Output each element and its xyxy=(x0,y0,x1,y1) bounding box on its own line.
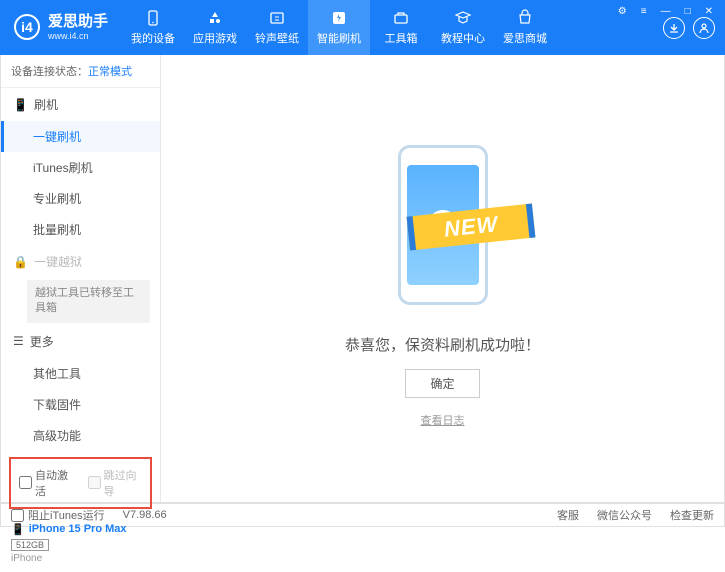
sidebar-item-oneclick-flash[interactable]: 一键刷机 xyxy=(1,121,160,152)
minimize-icon[interactable]: — xyxy=(657,4,675,19)
status-value: 正常模式 xyxy=(88,66,132,78)
device-info: 📱iPhone 15 Pro Max 512GB iPhone xyxy=(1,515,160,572)
tutorial-icon xyxy=(454,9,472,27)
sidebar-section-flash[interactable]: 📱刷机 xyxy=(1,88,160,121)
close-icon[interactable]: ✕ xyxy=(701,4,717,19)
app-subtitle: www.i4.cn xyxy=(48,31,108,42)
user-button[interactable] xyxy=(693,17,715,39)
nav-tutorial[interactable]: 教程中心 xyxy=(432,0,494,55)
checkbox-skip-guide[interactable]: 跳过向导 xyxy=(88,467,143,499)
checkbox-block-itunes[interactable]: 阻止iTunes运行 xyxy=(11,507,105,523)
maximize-icon[interactable]: □ xyxy=(681,4,695,19)
ringtone-icon xyxy=(268,9,286,27)
sidebar-item-other-tools[interactable]: 其他工具 xyxy=(1,358,160,389)
phone-small-icon: 📱 xyxy=(11,523,25,536)
list-icon: ☰ xyxy=(13,334,24,348)
sidebar-section-more[interactable]: ☰更多 xyxy=(1,325,160,358)
footer-wechat[interactable]: 微信公众号 xyxy=(597,507,652,523)
ok-button[interactable]: 确定 xyxy=(405,369,479,398)
nav-apps[interactable]: 应用游戏 xyxy=(184,0,246,55)
download-button[interactable] xyxy=(663,17,685,39)
checkbox-auto-activate[interactable]: 自动激活 xyxy=(19,467,74,499)
app-title: 爱思助手 xyxy=(48,13,108,31)
storage-badge: 512GB xyxy=(11,539,49,551)
device-type: iPhone xyxy=(11,553,150,564)
nav-ringtone[interactable]: 铃声壁纸 xyxy=(246,0,308,55)
logo: i4 爱思助手 www.i4.cn xyxy=(0,13,122,42)
device-name[interactable]: 📱iPhone 15 Pro Max xyxy=(11,523,150,536)
sidebar-item-itunes-flash[interactable]: iTunes刷机 xyxy=(1,152,160,183)
lock-icon: 🔒 xyxy=(13,255,28,269)
nav-flash[interactable]: 智能刷机 xyxy=(308,0,370,55)
view-log-link[interactable]: 查看日志 xyxy=(421,412,465,428)
success-message: 恭喜您，保资料刷机成功啦！ xyxy=(345,334,540,355)
sidebar-section-jailbreak[interactable]: 🔒一键越狱 xyxy=(1,245,160,278)
jailbreak-note: 越狱工具已转移至工具箱 xyxy=(27,280,150,323)
device-icon xyxy=(144,9,162,27)
sidebar-item-batch-flash[interactable]: 批量刷机 xyxy=(1,214,160,245)
menu-icon[interactable]: ≡ xyxy=(637,4,651,19)
sidebar-item-pro-flash[interactable]: 专业刷机 xyxy=(1,183,160,214)
highlighted-options: 自动激活 跳过向导 xyxy=(9,457,152,509)
sidebar-item-advanced[interactable]: 高级功能 xyxy=(1,420,160,451)
sidebar: 设备连接状态：正常模式 📱刷机 一键刷机 iTunes刷机 专业刷机 批量刷机 … xyxy=(1,55,161,502)
flash-icon xyxy=(330,9,348,27)
nav-toolbox[interactable]: 工具箱 xyxy=(370,0,432,55)
store-icon xyxy=(516,9,534,27)
nav-my-device[interactable]: 我的设备 xyxy=(122,0,184,55)
success-illustration: ✓ NEW xyxy=(368,130,518,320)
logo-icon: i4 xyxy=(14,14,40,40)
main-content: ✓ NEW 恭喜您，保资料刷机成功啦！ 确定 查看日志 xyxy=(161,55,724,502)
nav-store[interactable]: 爱思商城 xyxy=(494,0,556,55)
footer-check-update[interactable]: 检查更新 xyxy=(670,507,714,523)
toolbox-icon xyxy=(392,9,410,27)
phone-icon: 📱 xyxy=(13,98,28,112)
sidebar-item-download-fw[interactable]: 下载固件 xyxy=(1,389,160,420)
apps-icon xyxy=(206,9,224,27)
connection-status: 设备连接状态：正常模式 xyxy=(1,55,160,88)
settings-icon[interactable]: ⚙ xyxy=(614,4,631,19)
version-label: V7.98.66 xyxy=(123,509,167,521)
footer-support[interactable]: 客服 xyxy=(557,507,579,523)
top-nav: 我的设备 应用游戏 铃声壁纸 智能刷机 工具箱 教程中心 爱思商城 xyxy=(122,0,556,55)
